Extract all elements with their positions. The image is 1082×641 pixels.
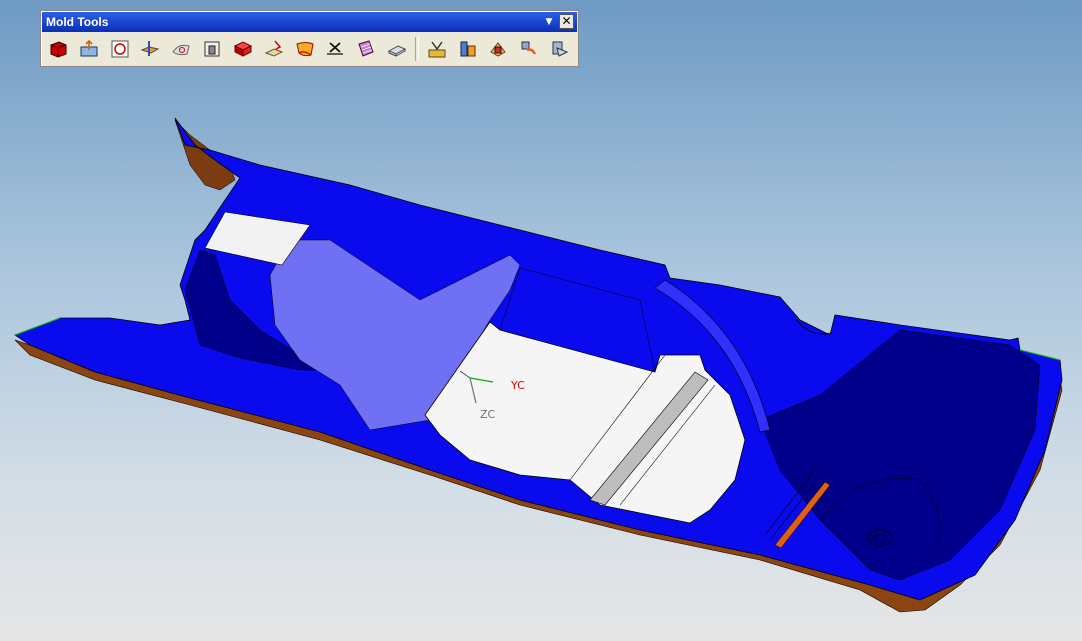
extend-tool-icon <box>140 41 160 56</box>
tool-button-3[interactable] <box>107 36 133 62</box>
edge-patch-tool-icon <box>264 40 283 57</box>
design-insert-icon <box>552 41 569 57</box>
reference-blend-icon <box>490 42 507 57</box>
tool-button-16[interactable] <box>516 36 542 62</box>
trim-mold-component-icon <box>460 41 476 57</box>
toolbar-tools <box>41 33 578 65</box>
tool-button-7[interactable] <box>230 36 256 62</box>
toolbar-separator <box>414 37 419 61</box>
extend-face-tool-icon <box>295 42 314 57</box>
surface-patch-tool-icon <box>172 44 190 56</box>
tool-button-13[interactable] <box>424 36 450 62</box>
graphics-viewport[interactable]: YC ZC <box>0 0 1082 641</box>
tool-button-15[interactable] <box>486 36 512 62</box>
tool-button-4[interactable] <box>137 36 163 62</box>
solid-patch-tool-icon <box>233 41 252 57</box>
tool-button-8[interactable] <box>261 36 287 62</box>
toolbar-options-chevron-icon[interactable]: ▼ <box>543 16 555 28</box>
mold-tools-toolbar[interactable]: Mold Tools ▼ ✕ <box>40 10 579 67</box>
toolbar-titlebar[interactable]: Mold Tools ▼ ✕ <box>42 12 577 32</box>
tool-button-6[interactable] <box>199 36 225 62</box>
trim-tool-icon <box>111 40 129 58</box>
replace-face-tool-icon <box>204 41 220 57</box>
tool-button-14[interactable] <box>455 36 481 62</box>
tool-button-11[interactable] <box>353 36 379 62</box>
merge-cavity-icon <box>521 41 537 55</box>
tool-button-1[interactable] <box>45 36 71 62</box>
toolbar-close-button[interactable]: ✕ <box>559 14 574 29</box>
split-solid-tool-icon <box>80 39 98 57</box>
tool-button-17[interactable] <box>547 36 573 62</box>
toolbar-title: Mold Tools <box>46 15 109 29</box>
tool-button-2[interactable] <box>76 36 102 62</box>
existing-surface-tool-icon <box>358 40 374 57</box>
wcs-z-axis-label: ZC <box>480 408 496 421</box>
wcs-y-axis-label: YC <box>510 379 525 392</box>
create-box-tool-icon <box>50 41 67 58</box>
tool-button-5[interactable] <box>168 36 194 62</box>
delete-patch-tool-icon <box>327 42 344 55</box>
parting-tool-icon <box>428 41 446 58</box>
tool-button-12[interactable] <box>384 36 410 62</box>
tool-button-10[interactable] <box>322 36 348 62</box>
bounding-body-tool-icon <box>387 45 407 57</box>
tool-button-9[interactable] <box>292 36 318 62</box>
